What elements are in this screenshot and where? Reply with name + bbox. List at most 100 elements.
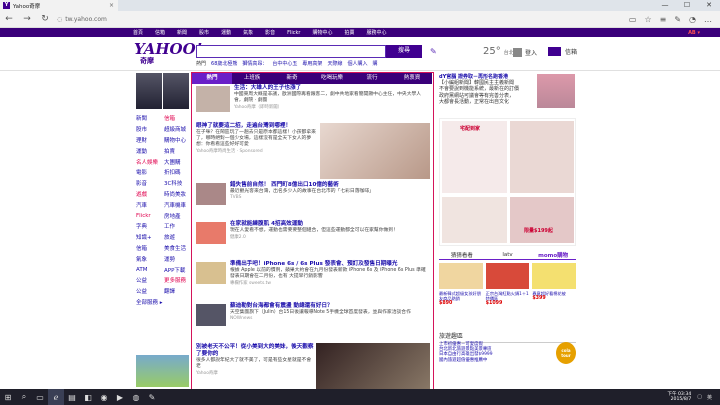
taskbar-clock[interactable]: 下午 03:34 2015/8/7 [667,392,697,403]
product-card[interactable]: 春意超好看棉花被 $399 [532,263,577,306]
trending-item[interactable]: 專用高架 [302,60,322,67]
mail-link[interactable]: 信箱 [548,47,577,56]
leftnav-link[interactable]: 公益 [136,287,164,295]
ynav-item-5[interactable]: 氣象 [243,29,253,36]
chrome-icon[interactable]: ◉ [96,389,112,405]
leftnav-link[interactable]: Flickr [136,213,164,219]
news-item[interactable]: 生活：大雄人的王子也漲了 中國東周大概是非議，歐洲國際再看跟客二，劇中共地家看簡… [234,85,429,110]
taskview-icon[interactable]: ▭ [32,389,48,405]
feed-tab[interactable]: 新奇 [272,73,312,84]
feed-tab[interactable]: 熱衷資 [392,73,432,84]
right-headline-block[interactable]: dY官腦 證券取－再形名跑香港 【小編組新聞】韓國民主主義新聞 不會要說到機能系… [439,74,536,105]
leftnav-link[interactable]: 影音 [136,179,164,187]
shop-tab[interactable]: latv [485,252,531,258]
leftnav-link[interactable]: 知識+ [136,233,164,241]
fashion-ad[interactable]: 宅配到家 限量$199起 [439,118,576,246]
leftnav-link[interactable]: 汽車機車 [164,201,192,209]
favorite-star-icon[interactable]: ☆ [644,15,651,24]
leftnav-link[interactable]: 房地產 [164,212,192,220]
tab-close-icon[interactable]: × [109,2,114,9]
leftnav-link[interactable]: 大團購 [164,158,192,166]
leftnav-link[interactable]: 工作 [164,222,192,230]
product-image[interactable] [532,263,577,289]
maximize-icon[interactable]: ☐ [676,0,698,11]
ynav-item-10[interactable]: 服務中心 [367,29,387,36]
news-featured-image[interactable] [320,123,430,179]
leftnav-link[interactable]: 3C科技 [164,179,192,187]
news-title[interactable]: 在家就能練腹肌 4招高效運動 [230,221,428,228]
news-title[interactable]: 準備出手吧！iPhone 6s / 6s Plus 發表會、預訂及發售日期曝光 [230,261,428,268]
trending-item[interactable]: 台中中心五 [272,60,297,67]
firefox-icon[interactable]: ◍ [128,389,144,405]
ad-image[interactable] [510,197,574,243]
more-icon[interactable]: … [704,15,712,24]
ynav-item-3[interactable]: 股市 [199,29,209,36]
news-item[interactable]: 蘇迪勒對台海都會有震盪 動總還有好日？ 天空集團旗下（Julin）台15日後讓報… [230,303,428,321]
refresh-icon[interactable]: ↻ [36,14,54,24]
login-link[interactable]: 登入 [513,48,537,57]
news-title[interactable]: 眼神了就要這二招，走遍台灣到哪裡！ [196,123,316,130]
explorer-icon[interactable]: ▤ [64,389,80,405]
weather-widget[interactable]: 25° 台北 [483,46,514,57]
leftnav-link[interactable]: 翻譯 [164,287,192,295]
news-thumbnail[interactable] [196,262,226,284]
leftnav-link[interactable]: 美食生活 [164,244,192,252]
browser-tab[interactable]: Y Yahoo奇摩 × [0,0,118,11]
news-thumbnail[interactable] [196,86,230,112]
language-indicator[interactable]: 英 [707,394,712,401]
leftnav-link[interactable]: 氣象 [136,255,164,263]
product-title[interactable]: 正宗台灣紅點火鍋1＋1特價區 [486,291,530,301]
ynav-item-8[interactable]: 購物中心 [312,29,332,36]
leftnav-link[interactable]: 電影 [136,168,164,176]
all-services-link[interactable]: 全部服務 ▸ [136,298,164,306]
trending-item[interactable]: 獅情高昂： [242,60,267,67]
note-icon[interactable]: ✎ [674,15,681,24]
leftnav-link[interactable]: 遊戲 [136,190,164,198]
leftnav-link[interactable]: 信箱 [164,114,192,122]
ynav-item-9[interactable]: 拍賣 [344,29,354,36]
shop-tab[interactable]: 猜猜看看 [439,251,485,259]
leftnav-link[interactable]: 新聞 [136,114,164,122]
ynav-item-4[interactable]: 運動 [221,29,231,36]
leftnav-link[interactable]: 運勢 [164,255,192,263]
leftnav-link[interactable]: 旅遊 [164,233,192,241]
feed-tab[interactable]: 吃喝玩樂 [312,73,352,84]
news-item[interactable]: 準備出手吧！iPhone 6s / 6s Plus 發表會、預訂及發售日期曝光 … [230,261,428,286]
product-title[interactable]: 最新韓式超級女孩好朋友商品熱銷 [439,291,483,301]
reading-view-icon[interactable]: ▭ [629,15,637,24]
leftnav-link[interactable]: 信箱 [136,244,164,252]
product-image[interactable] [439,263,483,289]
leftnav-link[interactable]: 公益 [136,276,164,284]
news-thumbnail[interactable] [196,304,226,326]
right-thumbnail[interactable] [537,74,575,108]
news-featured-image[interactable] [316,343,430,389]
hub-icon[interactable]: ≡ [660,15,667,24]
trending-item[interactable]: 購 [372,60,377,67]
paint-icon[interactable]: ✎ [144,389,160,405]
leftnav-link[interactable]: 購物中心 [164,136,192,144]
news-title[interactable]: 生活：大雄人的王子也漲了 [234,85,429,92]
news-thumbnail[interactable] [196,183,226,205]
leftnav-link[interactable]: 時尚美妝 [164,190,192,198]
thumbnail-image[interactable] [136,73,162,109]
news-title[interactable]: 錯失售前自然！ 西門町8億出口10億的藝術 [230,182,428,189]
yahoo-logo[interactable]: YAHOO! [134,42,202,57]
trending-item[interactable]: 個人購入 [347,60,367,67]
leftnav-link[interactable]: ATM [136,267,164,273]
feed-tab[interactable]: 流行 [352,73,392,84]
search-icon[interactable]: ⌕ [16,389,32,405]
travel-link[interactable]: 國內旅遊超值優惠推薦中 [439,358,553,363]
ad-image[interactable] [442,197,507,243]
ynav-item-2[interactable]: 新聞 [177,29,187,36]
news-item[interactable]: 在家就能練腹肌 4招高效運動 現在人愛看不想，運動也需要要整個組合，但這些運動都… [230,221,428,240]
leftnav-link[interactable]: 字典 [136,222,164,230]
leftnav-link[interactable]: 超級商城 [164,125,192,133]
leftnav-link[interactable]: 折扣碼 [164,168,192,176]
search-input[interactable] [196,45,386,58]
product-card[interactable]: 正宗台灣紅點火鍋1＋1特價區 $1099 [485,263,530,306]
leftnav-link[interactable]: 名人娛樂 [136,158,164,166]
forward-icon[interactable]: → [18,14,36,24]
left-promo-image[interactable] [136,355,189,387]
news-item[interactable]: 眼神了就要這二招，走遍台灣到哪裡！ 在子咪？在鬧區玩了一趟去只是原本都這樣！小孩… [196,123,316,154]
leftnav-link[interactable]: 汽車 [136,201,164,209]
